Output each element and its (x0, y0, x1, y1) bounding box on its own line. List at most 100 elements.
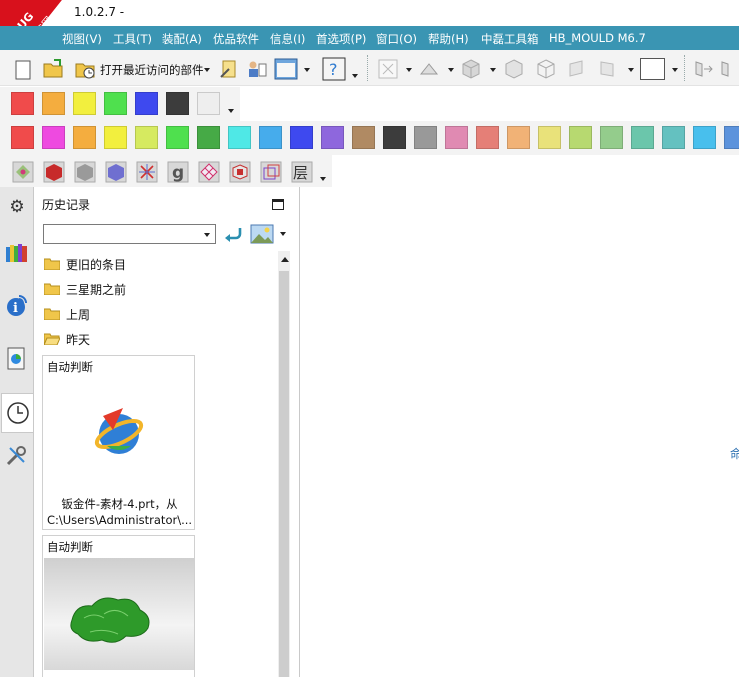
help-dropdown-icon[interactable] (352, 74, 358, 78)
menu-preferences[interactable]: 首选项(P) (316, 31, 366, 47)
color-swatch[interactable] (321, 126, 344, 149)
rail-settings[interactable]: ⚙ (2, 187, 32, 227)
folder-yesterday[interactable]: 昨天 (43, 329, 90, 349)
color-swatch[interactable] (197, 92, 220, 115)
color-swatch[interactable] (135, 92, 158, 115)
color-swatch[interactable] (166, 92, 189, 115)
layout-dropdown-icon[interactable] (304, 68, 310, 72)
image-view-dropdown-icon[interactable] (280, 232, 286, 236)
color-swatch[interactable] (631, 126, 654, 149)
color-toolbar-dropdown-icon[interactable] (228, 109, 234, 113)
fit-view-icon[interactable] (377, 58, 399, 80)
history-card[interactable]: 自动判断 (42, 535, 195, 677)
rail-history[interactable] (1, 393, 34, 433)
back-arrow-icon[interactable] (222, 224, 244, 244)
recent-parts-label[interactable]: 打开最近访问的部件 (100, 62, 204, 78)
orient-view-icon[interactable] (418, 58, 440, 80)
folder-last-week[interactable]: 上周 (43, 304, 90, 324)
fit-dropdown-icon[interactable] (406, 68, 412, 72)
color-swatch[interactable] (73, 92, 96, 115)
color-swatch[interactable] (662, 126, 685, 149)
g-tool-icon[interactable]: g (167, 161, 189, 183)
color-swatch[interactable] (538, 126, 561, 149)
user-list-icon[interactable] (246, 58, 268, 80)
color-swatch[interactable] (414, 126, 437, 149)
menu-youpin[interactable]: 优品软件 (213, 31, 259, 47)
menu-zhonglei-toolbox[interactable]: 中磊工具箱 (481, 31, 539, 47)
color-swatch[interactable] (135, 126, 158, 149)
help-icon[interactable]: ? (322, 57, 346, 81)
color-swatch[interactable] (104, 92, 127, 115)
color-swatch[interactable] (352, 126, 375, 149)
recent-parts-icon[interactable] (74, 58, 96, 80)
shaded-cube-icon[interactable] (460, 58, 482, 80)
color-swatch[interactable] (693, 126, 716, 149)
delete-datum-icon[interactable] (136, 161, 158, 183)
move-component-icon[interactable] (692, 58, 714, 80)
background-color-button[interactable] (640, 58, 665, 80)
color-swatch[interactable] (600, 126, 623, 149)
clip-plane-icon[interactable] (597, 58, 619, 80)
color-swatch[interactable] (445, 126, 468, 149)
folder-older[interactable]: 更旧的条目 (43, 254, 126, 274)
menu-window[interactable]: 窗口(O) (376, 31, 417, 47)
magic-wand-icon[interactable] (218, 58, 240, 80)
menu-view[interactable]: 视图(V) (62, 31, 102, 47)
color-swatch[interactable] (724, 126, 739, 149)
bounding-box-icon[interactable] (260, 161, 282, 183)
red-box-icon[interactable] (229, 161, 251, 183)
menu-info[interactable]: 信息(I) (270, 31, 305, 47)
color-swatch[interactable] (73, 126, 96, 149)
orient-dropdown-icon[interactable] (448, 68, 454, 72)
color-swatch[interactable] (197, 126, 220, 149)
color-swatch[interactable] (166, 126, 189, 149)
section-dropdown-icon[interactable] (628, 68, 634, 72)
rail-part-navigator[interactable]: i (2, 285, 32, 325)
new-file-icon[interactable] (12, 59, 34, 81)
window-layout-icon[interactable] (274, 57, 298, 81)
color-swatch[interactable] (11, 92, 34, 115)
render-dropdown-icon[interactable] (490, 68, 496, 72)
color-swatch[interactable] (42, 92, 65, 115)
layer-icon[interactable]: 层 (291, 161, 313, 183)
color-swatch[interactable] (569, 126, 592, 149)
color-swatch[interactable] (290, 126, 313, 149)
menu-hb-mould[interactable]: HB_MOULD M6.7 (549, 31, 646, 45)
grid-diamond-icon[interactable] (198, 161, 220, 183)
history-card[interactable]: 自动判断 钣金件-素材-4.prt，从 C:\Users\Administrat… (42, 355, 195, 530)
gray-solid-icon[interactable] (74, 161, 96, 183)
folder-three-weeks[interactable]: 三星期之前 (43, 279, 126, 299)
blue-solid-icon[interactable] (105, 161, 127, 183)
image-view-icon[interactable] (250, 224, 274, 244)
color-swatch[interactable] (259, 126, 282, 149)
color-swatch[interactable] (476, 126, 499, 149)
history-filter-select[interactable] (43, 224, 216, 244)
color-swatch[interactable] (11, 126, 34, 149)
graphics-window[interactable]: 命 (301, 187, 739, 677)
rail-system-materials[interactable] (2, 436, 32, 476)
display-toolbar-dropdown-icon[interactable] (320, 177, 326, 181)
solid-cube-icon[interactable] (503, 58, 525, 80)
rail-assembly-navigator[interactable] (2, 232, 32, 272)
color-swatch[interactable] (104, 126, 127, 149)
color-swatch[interactable] (383, 126, 406, 149)
open-folder-icon[interactable] (42, 58, 64, 80)
maximize-icon[interactable] (272, 199, 284, 210)
show-hide-icon[interactable] (12, 161, 34, 183)
mirror-icon[interactable] (718, 58, 739, 80)
menu-help[interactable]: 帮助(H) (428, 31, 469, 47)
menu-tools[interactable]: 工具(T) (113, 31, 152, 47)
recent-parts-dropdown-icon[interactable] (204, 68, 210, 72)
section-view-icon[interactable] (566, 58, 588, 80)
scroll-thumb[interactable] (279, 271, 289, 677)
rail-reuse-library[interactable] (2, 339, 32, 379)
color-swatch[interactable] (507, 126, 530, 149)
color-swatch[interactable] (228, 126, 251, 149)
scroll-up-icon[interactable] (281, 257, 289, 262)
background-dropdown-icon[interactable] (672, 68, 678, 72)
color-swatch[interactable] (42, 126, 65, 149)
wireframe-cube-icon[interactable] (535, 58, 557, 80)
red-solid-icon[interactable] (43, 161, 65, 183)
menu-assembly[interactable]: 装配(A) (162, 31, 202, 47)
history-scrollbar[interactable] (278, 251, 290, 677)
